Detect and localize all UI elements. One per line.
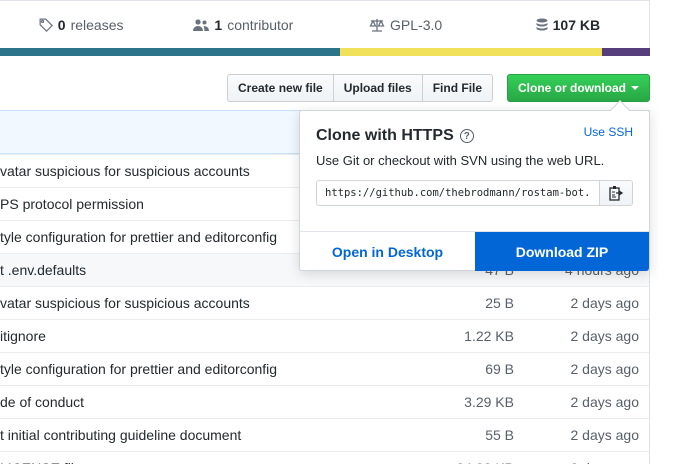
popover-arrow: [610, 100, 630, 120]
repo-size-value: 107 KB: [552, 16, 601, 33]
table-row[interactable]: itignore 1.22 KB 2 days ago: [0, 319, 649, 352]
commit-message[interactable]: tyle configuration for prettier and edit…: [0, 361, 277, 377]
clone-or-download-label: Clone or download: [518, 81, 626, 95]
open-in-desktop-button[interactable]: Open in Desktop: [300, 232, 475, 271]
commit-message[interactable]: vatar suspicious for suspicious accounts: [0, 295, 250, 311]
tag-icon: [39, 18, 53, 32]
license-link[interactable]: GPL-3.0: [325, 1, 487, 48]
table-row[interactable]: t initial contributing guideline documen…: [0, 418, 649, 451]
commit-message[interactable]: de of conduct: [0, 394, 84, 410]
releases-link[interactable]: 0 releases: [0, 1, 162, 48]
commit-age: 2 days ago: [570, 427, 640, 443]
database-icon: [536, 18, 548, 30]
clone-title-text: Clone with HTTPS: [316, 127, 454, 144]
commit-age: 2 days ago: [570, 295, 640, 311]
language-bar[interactable]: [0, 48, 650, 56]
file-size: 55 B: [485, 427, 514, 443]
license-name: GPL-3.0: [390, 16, 443, 33]
clone-popover-footer: Open in Desktop Download ZIP: [300, 231, 649, 271]
clone-or-download-button[interactable]: Clone or download: [507, 74, 650, 102]
people-icon: [193, 18, 210, 31]
repo-summary: 0 releases 1 contributor GPL-3.0 107 KB: [0, 0, 650, 48]
copy-url-button[interactable]: [599, 180, 633, 206]
law-icon: [369, 18, 385, 32]
create-new-file-button[interactable]: Create new file: [227, 74, 334, 102]
file-size: 69 B: [485, 361, 514, 377]
table-row[interactable]: vatar suspicious for suspicious accounts…: [0, 286, 649, 319]
file-actions: Create new file Upload files Find File: [227, 74, 494, 102]
contributors-link[interactable]: 1 contributor: [162, 1, 324, 48]
commit-message[interactable]: PS protocol permission: [0, 196, 144, 212]
table-row[interactable]: tyle configuration for prettier and edit…: [0, 352, 649, 385]
find-file-button[interactable]: Find File: [421, 74, 494, 102]
commit-message[interactable]: itignore: [0, 328, 46, 344]
commit-message[interactable]: vatar suspicious for suspicious accounts: [0, 163, 250, 179]
clone-popover-title: Clone with HTTPS ?: [316, 127, 474, 145]
commit-age: 2 days ago: [571, 460, 640, 464]
commit-message[interactable]: t .env.defaults: [0, 262, 86, 278]
table-row[interactable]: de of conduct 3.29 KB 2 days ago: [0, 385, 649, 418]
language-bar-segment[interactable]: [339, 48, 602, 56]
upload-files-button[interactable]: Upload files: [332, 74, 423, 102]
question-icon[interactable]: ?: [459, 129, 474, 143]
commit-age: 2 days ago: [570, 394, 640, 410]
commit-message[interactable]: LICENSE file: [0, 460, 82, 464]
commit-age: 2 days ago: [570, 361, 640, 377]
language-bar-segment[interactable]: [601, 48, 650, 56]
releases-count: 0: [57, 16, 66, 33]
file-size: 3.29 KB: [464, 394, 514, 410]
file-size: 34.32 KB: [456, 460, 514, 464]
file-size: 25 B: [485, 295, 514, 311]
contributors-count: 1: [214, 16, 223, 33]
commit-message[interactable]: tyle configuration for prettier and edit…: [0, 229, 277, 245]
caret-down-icon: [631, 86, 639, 90]
use-ssh-link[interactable]: Use SSH: [584, 125, 633, 139]
table-row[interactable]: LICENSE file 34.32 KB 2 days ago: [0, 451, 649, 464]
file-size: 1.22 KB: [464, 328, 514, 344]
clipboard-icon: [609, 186, 623, 201]
contributors-label: contributor: [227, 16, 294, 33]
repo-size: 107 KB: [487, 1, 649, 48]
commit-age: 2 days ago: [570, 328, 640, 344]
download-zip-button[interactable]: Download ZIP: [475, 232, 649, 271]
language-bar-segment[interactable]: [0, 48, 340, 56]
releases-label: releases: [70, 16, 124, 33]
clone-url-input[interactable]: [316, 180, 600, 206]
commit-message[interactable]: t initial contributing guideline documen…: [0, 427, 241, 443]
clone-description: Use Git or checkout with SVN using the w…: [316, 153, 605, 168]
clone-popover: Clone with HTTPS ? Use SSH Use Git or ch…: [299, 100, 650, 271]
